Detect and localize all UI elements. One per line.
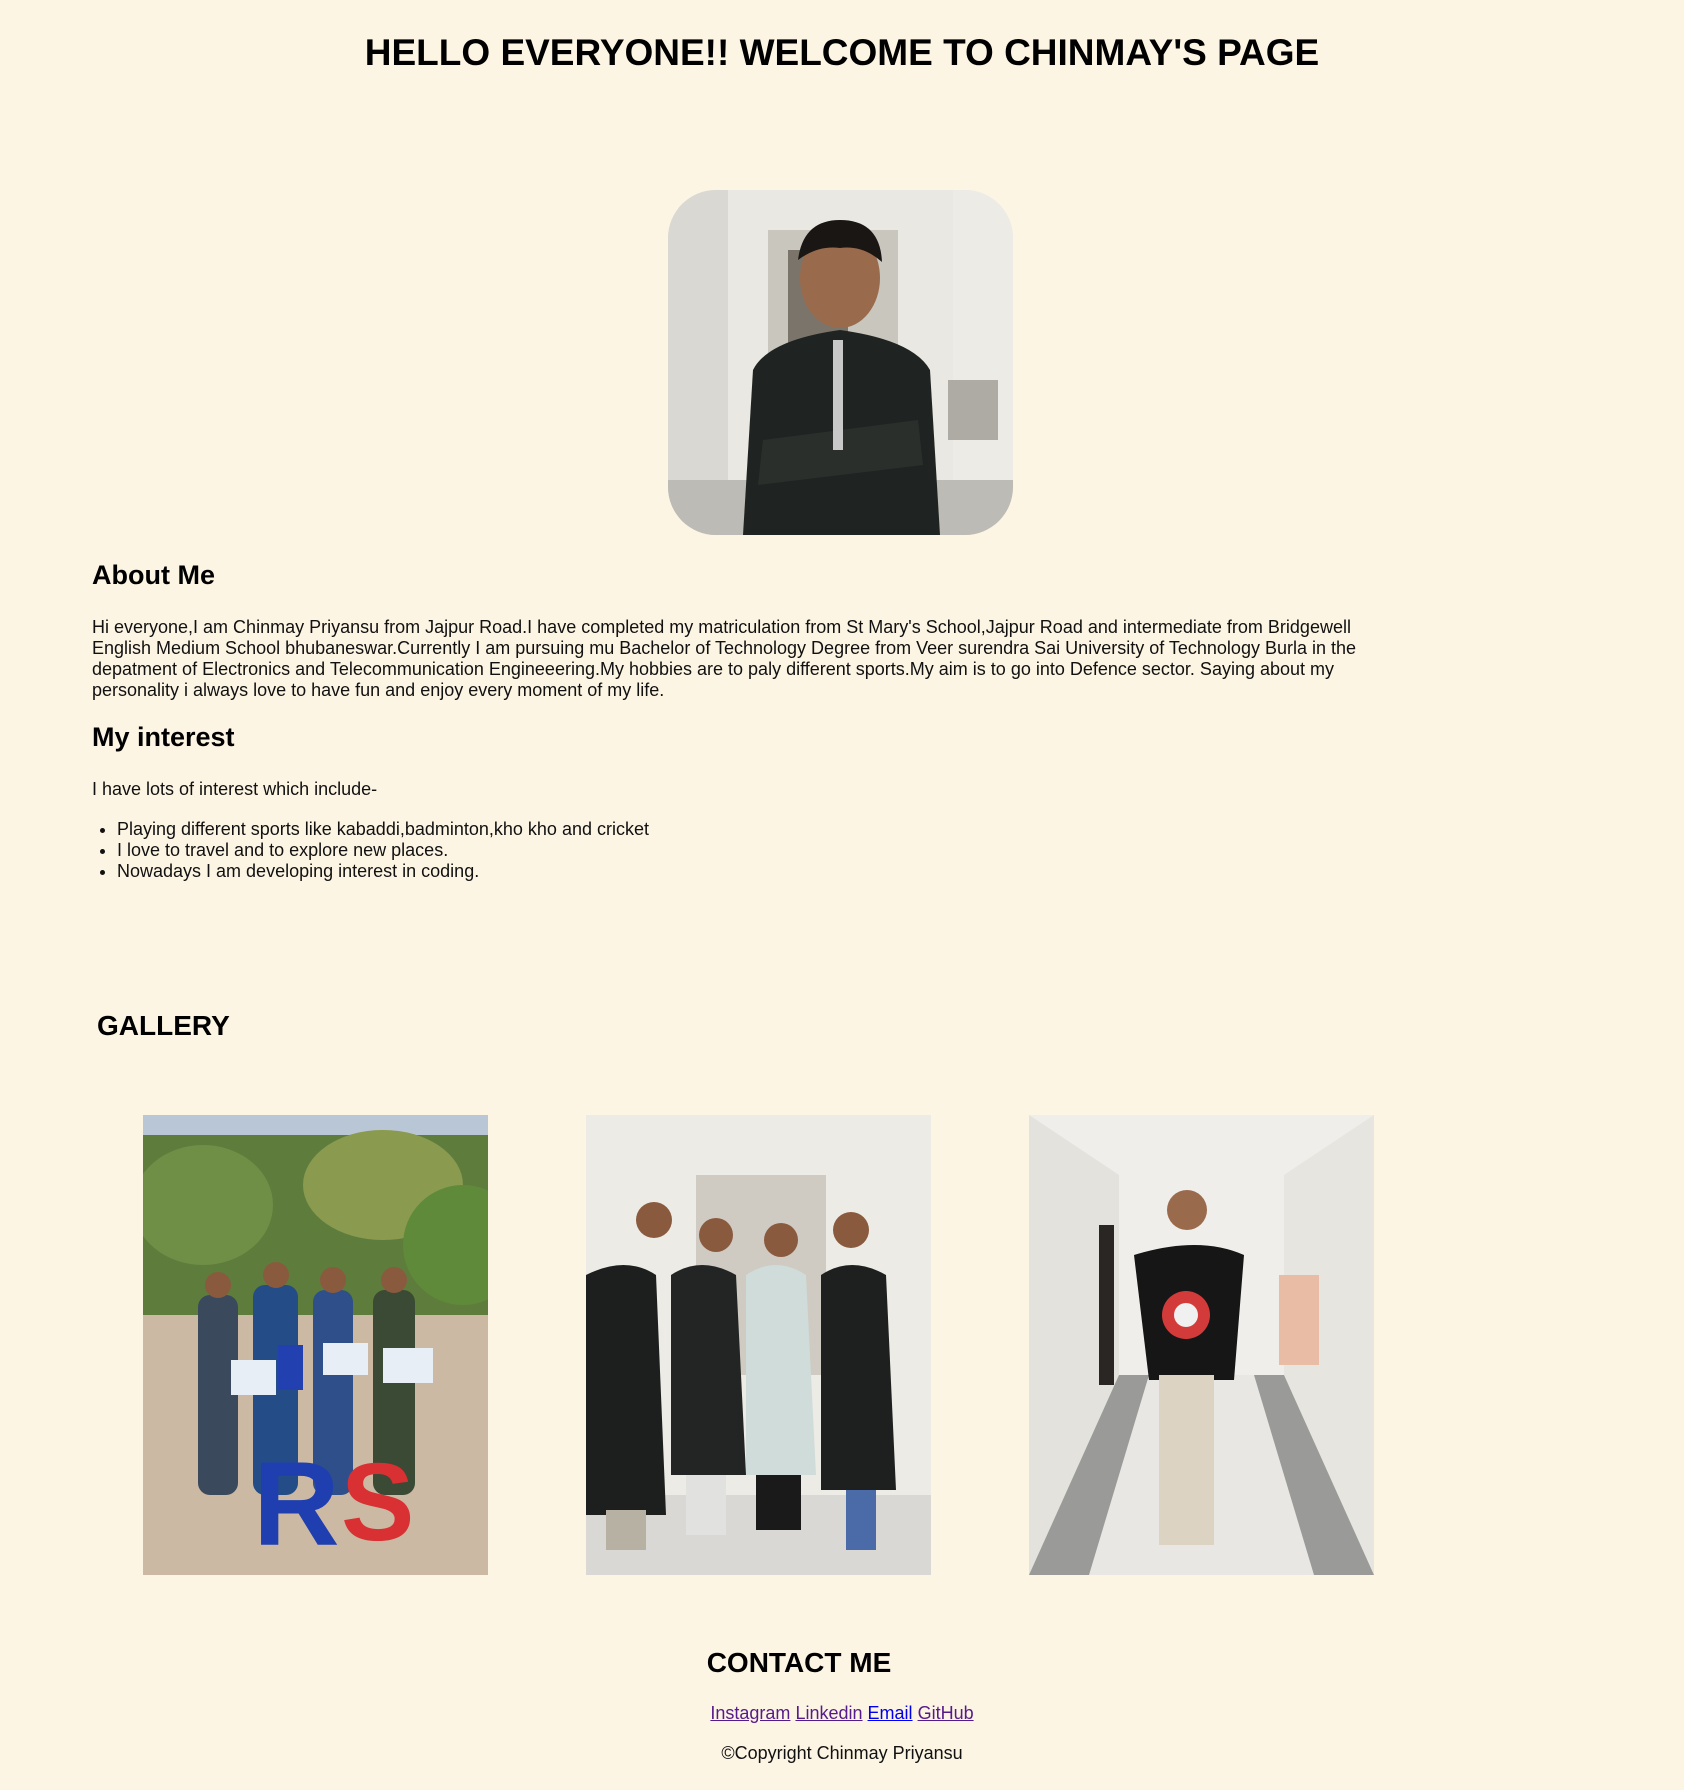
gallery-heading: GALLERY xyxy=(97,1010,230,1041)
svg-text:R: R xyxy=(253,1437,340,1571)
interest-heading: My interest xyxy=(92,722,235,752)
profile-photo xyxy=(668,190,1013,535)
about-text: Hi everyone,I am Chinmay Priyansu from J… xyxy=(92,617,1357,700)
interest-intro: I have lots of interest which include- xyxy=(92,779,378,799)
instagram-link[interactable]: Instagram xyxy=(710,1703,790,1723)
email-link[interactable]: Email xyxy=(868,1703,913,1723)
gallery-photo-group-certificates: R S xyxy=(143,1115,488,1575)
linkedin-link[interactable]: Linkedin xyxy=(795,1703,862,1723)
gallery-photo-solo-corridor xyxy=(1029,1115,1374,1575)
about-heading: About Me xyxy=(92,560,215,590)
interest-item: Playing different sports like kabaddi,ba… xyxy=(117,819,649,840)
interest-list: Playing different sports like kabaddi,ba… xyxy=(92,819,649,882)
interest-item: Nowadays I am developing interest in cod… xyxy=(117,861,649,882)
copyright-text: ©Copyright Chinmay Priyansu xyxy=(721,1743,963,1763)
github-link[interactable]: GitHub xyxy=(918,1703,974,1723)
contact-heading: CONTACT ME xyxy=(706,1647,892,1678)
gallery-photo-friends-corridor xyxy=(586,1115,931,1575)
interest-item: I love to travel and to explore new plac… xyxy=(117,840,649,861)
svg-text:S: S xyxy=(341,1441,414,1564)
contact-links: Instagram Linkedin Email GitHub xyxy=(0,1703,1684,1724)
page-title: HELLO EVERYONE!! WELCOME TO CHINMAY'S PA… xyxy=(364,32,1320,73)
